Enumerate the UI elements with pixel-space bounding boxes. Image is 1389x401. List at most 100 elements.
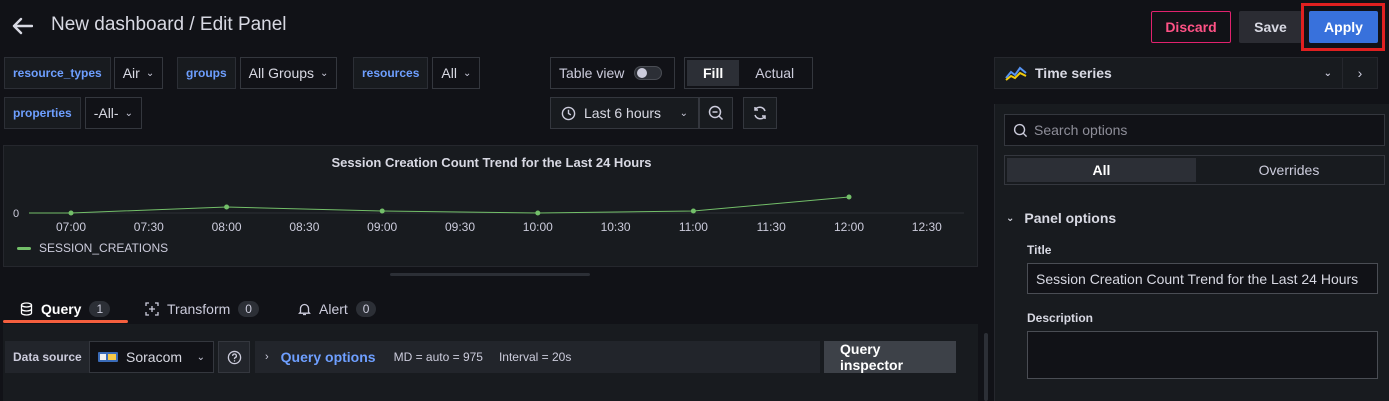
- refresh-button[interactable]: [743, 97, 777, 129]
- variable-label: groups: [177, 57, 236, 89]
- x-tick-label: 12:00: [834, 220, 864, 234]
- data-point[interactable]: [846, 194, 852, 200]
- chevron-down-icon: ⌄: [320, 67, 329, 79]
- y-tick-label: 0: [13, 208, 19, 220]
- data-point[interactable]: [224, 204, 230, 210]
- chevron-down-icon: ⌄: [1006, 212, 1015, 224]
- variable-label: resource_types: [4, 57, 111, 89]
- variable-properties: properties -All- ⌄: [4, 97, 142, 129]
- variable-resources: resources All ⌄: [353, 57, 481, 89]
- x-tick-label: 09:00: [367, 220, 397, 234]
- arrow-left-icon: [12, 17, 33, 35]
- chevron-down-icon: ⌄: [145, 67, 155, 79]
- apply-button[interactable]: Apply: [1309, 11, 1378, 43]
- zoom-out-button[interactable]: [699, 97, 733, 129]
- x-tick-label: 09:30: [445, 220, 475, 234]
- datasource-label: Data source: [5, 341, 90, 373]
- options-tabs: All Overrides: [1004, 155, 1385, 185]
- time-range-value: Last 6 hours: [584, 105, 662, 121]
- fill-button[interactable]: Fill: [687, 60, 740, 86]
- visualization-name: Time series: [1035, 65, 1112, 81]
- table-view-toggle[interactable]: Table view: [550, 57, 675, 89]
- fill-actual-toggle: Fill Actual: [684, 57, 814, 89]
- chevron-right-icon: ›: [265, 351, 269, 363]
- time-series-icon: [1005, 66, 1027, 81]
- x-tick-label: 10:30: [601, 220, 631, 234]
- legend-label[interactable]: SESSION_CREATIONS: [39, 241, 168, 255]
- variable-label: properties: [4, 97, 81, 129]
- interval-text: Interval = 20s: [498, 350, 572, 364]
- search-icon: [1013, 123, 1028, 137]
- datasource-select[interactable]: Soracom ⌄: [89, 341, 214, 373]
- pane-splitter[interactable]: [390, 273, 590, 276]
- variable-select[interactable]: Air ⌄: [113, 57, 164, 89]
- chevron-down-icon: ⌄: [1323, 67, 1332, 79]
- description-field[interactable]: [1027, 331, 1378, 379]
- actual-button[interactable]: Actual: [739, 60, 810, 86]
- database-icon: [20, 302, 33, 316]
- title-field[interactable]: [1027, 263, 1378, 294]
- x-tick-label: 07:30: [134, 220, 164, 234]
- back-button[interactable]: [8, 12, 36, 40]
- x-tick-label: 08:30: [289, 220, 319, 234]
- options-tab-all[interactable]: All: [1007, 158, 1196, 182]
- query-options[interactable]: › Query options MD = auto = 975 Interval…: [255, 341, 820, 373]
- x-tick-label: 11:00: [679, 220, 708, 234]
- time-range-picker[interactable]: Last 6 hours ⌄: [550, 97, 699, 129]
- datasource-help-button[interactable]: [218, 341, 250, 373]
- tab-transform[interactable]: Transform 0: [145, 296, 259, 322]
- x-tick-label: 08:00: [212, 220, 242, 234]
- bell-icon: [298, 303, 311, 316]
- query-inspector-button[interactable]: Query inspector: [824, 341, 956, 373]
- active-tab-indicator: [3, 320, 128, 323]
- tab-label: Transform: [167, 301, 231, 317]
- chart: 0 07:00 07:30 08:00 08:30 09:00 09:30 10:00 10:3…: [13, 194, 964, 234]
- panel-options-section[interactable]: ⌄ Panel options: [1006, 210, 1116, 226]
- options-tab-overrides[interactable]: Overrides: [1196, 158, 1382, 182]
- scrollbar[interactable]: [984, 333, 988, 401]
- variable-select[interactable]: All ⌄: [432, 57, 481, 89]
- x-tick-label: 12:30: [912, 220, 942, 234]
- clock-icon: [561, 106, 576, 120]
- table-view-label: Table view: [559, 65, 625, 81]
- data-point[interactable]: [68, 210, 74, 216]
- description-field-label: Description: [1027, 311, 1094, 325]
- variable-value: All: [441, 65, 457, 81]
- chevron-down-icon: ⌄: [196, 351, 205, 363]
- table-view-switch[interactable]: [634, 66, 663, 80]
- legend: SESSION_CREATIONS: [17, 241, 168, 255]
- datasource-value: Soracom: [126, 349, 183, 365]
- query-options-label: Query options: [280, 349, 376, 365]
- title-field-label: Title: [1027, 243, 1052, 257]
- options-search[interactable]: [1004, 114, 1385, 146]
- variable-value: -All-: [93, 105, 119, 121]
- chevron-down-icon: ⌄: [462, 67, 472, 79]
- panel-preview[interactable]: Session Creation Count Trend for the Las…: [3, 145, 978, 267]
- tab-count: 0: [238, 301, 259, 317]
- variable-select[interactable]: All Groups ⌄: [239, 57, 338, 89]
- visualization-select[interactable]: Time series ⌄: [995, 58, 1343, 88]
- search-input[interactable]: [1034, 122, 1374, 138]
- tab-alert[interactable]: Alert 0: [298, 296, 377, 322]
- tab-label: Query: [41, 301, 82, 317]
- tab-query[interactable]: Query 1: [20, 296, 111, 322]
- variable-groups: groups All Groups ⌄: [177, 57, 338, 89]
- variable-value: Air: [122, 65, 140, 81]
- visualization-picker: Time series ⌄ ›: [994, 57, 1378, 89]
- data-point[interactable]: [535, 210, 541, 216]
- toggle-options-pane-button[interactable]: ›: [1343, 58, 1377, 88]
- data-point[interactable]: [379, 208, 385, 214]
- variable-value: All Groups: [248, 65, 315, 81]
- x-tick-label: 10:00: [523, 220, 553, 234]
- chevron-down-icon: ⌄: [679, 107, 688, 119]
- variable-resource-types: resource_types Air ⌄: [4, 57, 164, 89]
- legend-swatch: [17, 246, 31, 250]
- save-button[interactable]: Save: [1239, 11, 1302, 43]
- variable-select[interactable]: -All- ⌄: [84, 97, 142, 129]
- max-data-points-text: MD = auto = 975: [393, 350, 483, 364]
- data-point[interactable]: [690, 208, 696, 214]
- chevron-right-icon: ›: [1357, 65, 1363, 81]
- discard-button[interactable]: Discard: [1151, 11, 1231, 43]
- zoom-out-icon: [708, 105, 724, 121]
- variable-label: resources: [353, 57, 429, 89]
